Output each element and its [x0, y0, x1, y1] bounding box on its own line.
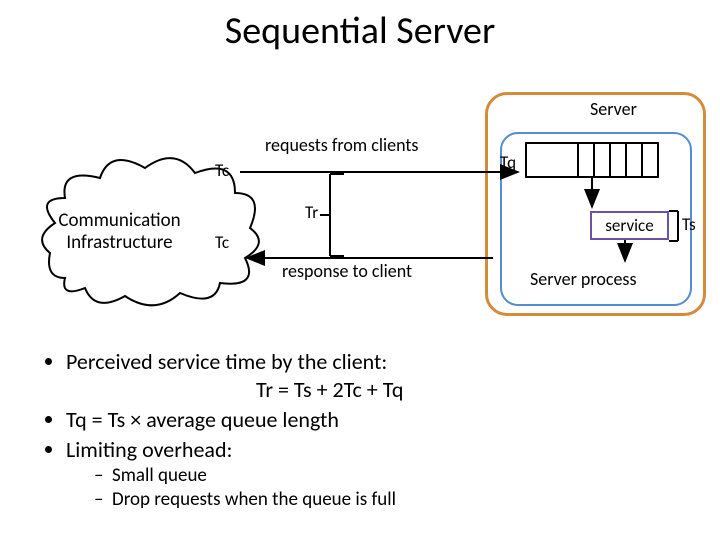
bullet-1: Perceived service time by the client: Tr… [66, 348, 403, 404]
tq-label: Tq [500, 152, 516, 173]
bullet-2: Tq = Ts × average queue length [66, 406, 403, 434]
server-process-label: Server process [530, 268, 637, 290]
ts-label: Ts [682, 214, 696, 235]
sub-bullet-2: Drop requests when the queue is full [94, 488, 403, 512]
bullet-list: Perceived service time by the client: Tr… [38, 348, 403, 514]
tc-top-label: Tc [215, 160, 229, 181]
bullet-3: Limiting overhead: Small queue Drop requ… [66, 436, 403, 512]
request-arrow [240, 162, 525, 182]
tr-bracket [330, 174, 350, 256]
tr-label: Tr [305, 202, 318, 223]
equation-tr: Tr = Ts + 2Tc + Tq [256, 376, 403, 404]
queue-to-service-arrow [582, 174, 602, 214]
ts-bracket [669, 211, 683, 241]
service-to-process-arrow [615, 238, 635, 268]
queue-icon [525, 142, 659, 178]
diagram-area: Server CommunicationInfrastructure reque… [40, 92, 700, 322]
slide-title: Sequential Server [0, 8, 720, 54]
server-label: Server [590, 98, 637, 120]
sub-bullet-1: Small queue [94, 464, 403, 488]
cloud-label: CommunicationInfrastructure [52, 210, 187, 254]
service-box: service [590, 211, 669, 240]
tc-bottom-label: Tc [215, 232, 229, 253]
response-label: response to client [282, 260, 412, 282]
requests-label: requests from clients [265, 134, 418, 156]
